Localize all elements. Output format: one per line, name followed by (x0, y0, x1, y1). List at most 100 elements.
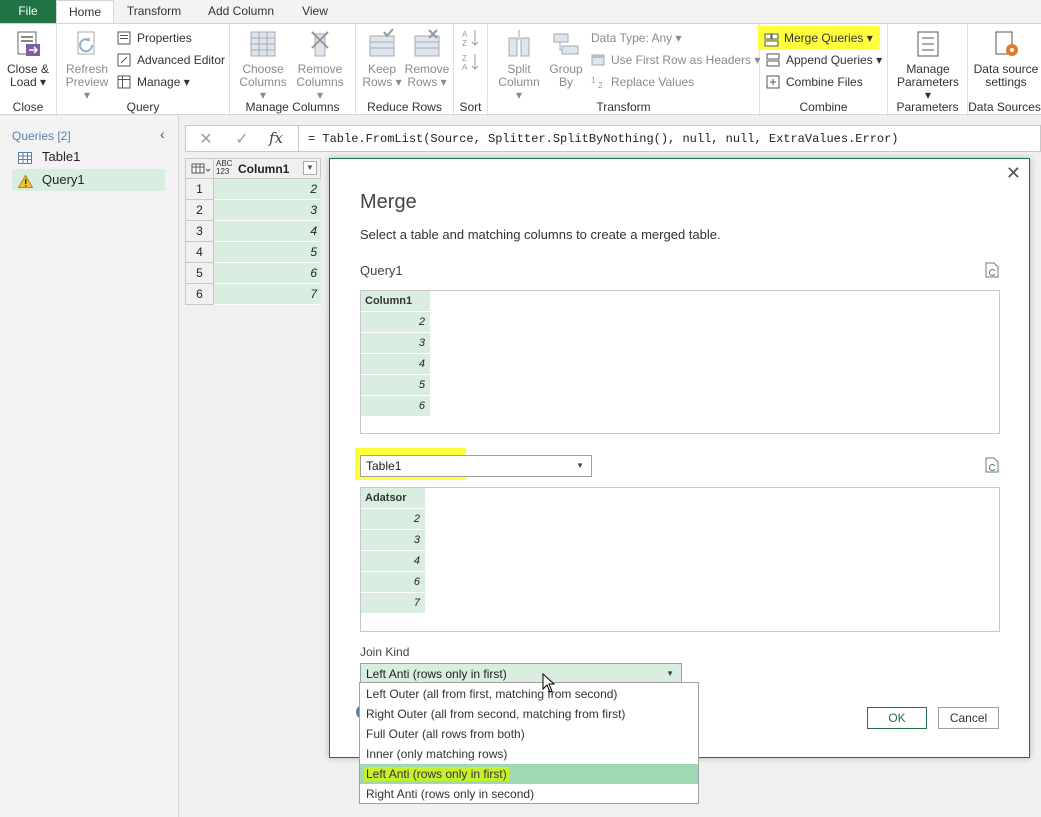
tab-add-column[interactable]: Add Column (196, 0, 286, 23)
data-type-dropdown[interactable]: Data Type: Any ▾ (591, 28, 682, 48)
table-row[interactable]: 23 (185, 200, 321, 221)
append-queries-icon (766, 53, 781, 67)
preview-cell: 7 (361, 593, 425, 614)
confirm-formula-icon[interactable]: ✓ (232, 129, 252, 149)
remove-columns-icon (304, 28, 336, 60)
join-option-right-outer[interactable]: Right Outer (all from second, matching f… (360, 704, 698, 724)
manage-parameters-button[interactable]: Manage Parameters ▾ (894, 28, 962, 102)
split-column-button[interactable]: Split Column ▾ (496, 28, 542, 102)
column-filter-icon[interactable]: ▼ (303, 161, 317, 175)
preview-cell: 3 (361, 333, 430, 354)
queries-title: Queries [2] (12, 129, 71, 143)
ribbon-tab-bar: File Home Transform Add Column View (0, 0, 1041, 24)
combine-files-button[interactable]: Combine Files (766, 72, 863, 92)
preview-cell: 4 (361, 354, 430, 375)
ok-button[interactable]: OK (867, 707, 927, 729)
close-load-icon (12, 28, 44, 60)
remove-columns-button[interactable]: Remove Columns ▾ (292, 28, 348, 102)
cancel-button[interactable]: Cancel (938, 707, 999, 729)
transform-group-label: Transform (596, 100, 651, 114)
preview-cell: 2 (361, 312, 430, 333)
cell-value[interactable]: 2 (214, 179, 321, 200)
keep-rows-button[interactable]: Keep Rows ▾ (360, 28, 404, 89)
tab-transform[interactable]: Transform (116, 0, 192, 23)
row-number: 1 (185, 179, 214, 200)
table-row[interactable]: 45 (185, 242, 321, 263)
parameters-group: Manage Parameters ▾ Parameters (888, 24, 968, 116)
sort-ascending-icon: AZ (462, 30, 480, 51)
tab-file[interactable]: File (0, 0, 56, 23)
grid-header: ABC 123 Column1 ▼ (185, 158, 321, 179)
close-icon[interactable]: ✕ (1006, 163, 1021, 184)
table-icon (18, 150, 33, 164)
fx-icon[interactable]: fx (266, 129, 286, 147)
cancel-formula-icon[interactable]: ✕ (196, 129, 216, 149)
group-by-button[interactable]: Group By (544, 28, 588, 89)
close-load-button[interactable]: Close & Load ▾ (4, 28, 52, 89)
group-by-icon (550, 28, 582, 60)
sort-descending-button[interactable]: ZA (462, 52, 480, 72)
refresh-preview-button[interactable]: Refresh Preview ▾ (61, 28, 113, 102)
merge-queries-button[interactable]: Merge Queries ▾ (758, 26, 880, 50)
collapse-pane-icon[interactable]: ‹ (160, 126, 165, 142)
refresh-second-preview-icon[interactable] (985, 457, 999, 473)
keep-rows-label-2: Rows (362, 75, 393, 89)
cell-value[interactable]: 4 (214, 221, 321, 242)
mouse-cursor-icon (542, 672, 556, 693)
cell-value[interactable]: 6 (214, 263, 321, 284)
second-table-dropdown[interactable]: Table1 ▼ (360, 455, 592, 477)
second-preview-column: Adatsor 2 3 4 6 7 (361, 488, 425, 614)
first-preview-column-header[interactable]: Column1 (361, 291, 430, 312)
sort-ascending-button[interactable]: AZ (462, 28, 480, 48)
table-row[interactable]: 12 (185, 179, 321, 200)
append-queries-button[interactable]: Append Queries ▾ (766, 50, 882, 70)
manage-button[interactable]: Manage ▾ (117, 72, 190, 92)
keep-rows-icon (366, 28, 398, 60)
use-first-row-button[interactable]: Use First Row as Headers ▾ (591, 50, 760, 70)
properties-button[interactable]: Properties (117, 28, 192, 48)
advanced-editor-button[interactable]: Advanced Editor (117, 50, 225, 70)
table-row[interactable]: 67 (185, 284, 321, 305)
first-table-label: Query1 (360, 263, 403, 278)
tab-home[interactable]: Home (56, 0, 114, 24)
remove-rows-button[interactable]: Remove Rows ▾ (404, 28, 450, 89)
cell-value[interactable]: 5 (214, 242, 321, 263)
first-row-icon (591, 53, 606, 67)
tab-view[interactable]: View (290, 0, 340, 23)
join-option-inner[interactable]: Inner (only matching rows) (360, 744, 698, 764)
second-table-value: Table1 (366, 459, 402, 473)
query-item-table1[interactable]: Table1 (12, 146, 165, 168)
column-type-any-icon[interactable]: ABC 123 (216, 160, 232, 176)
svg-text:Z: Z (462, 54, 467, 63)
combine-files-label: Combine Files (786, 75, 863, 89)
data-sources-group-label: Data Sources (968, 100, 1041, 114)
data-source-settings-button[interactable]: Data source settings (970, 28, 1041, 89)
close-group: Close & Load ▾ Close (0, 24, 57, 116)
combine-files-icon (766, 75, 781, 89)
refresh-label-1: Refresh (65, 62, 109, 76)
second-preview-column-header[interactable]: Adatsor (361, 488, 425, 509)
refresh-first-preview-icon[interactable] (985, 262, 999, 278)
join-option-right-anti[interactable]: Right Anti (rows only in second) (360, 784, 698, 804)
table-row[interactable]: 34 (185, 221, 321, 242)
grid-corner-menu[interactable] (186, 159, 214, 178)
column-header-column1[interactable]: Column1 (238, 162, 289, 176)
advanced-editor-icon (117, 53, 132, 67)
preview-cell: 4 (361, 551, 425, 572)
svg-text:A: A (462, 30, 468, 39)
cell-value[interactable]: 7 (214, 284, 321, 305)
merge-queries-icon (764, 31, 779, 47)
replace-values-label: Replace Values (611, 75, 695, 89)
table-row[interactable]: 56 (185, 263, 321, 284)
join-option-full-outer[interactable]: Full Outer (all rows from both) (360, 724, 698, 744)
join-option-left-anti[interactable]: Left Anti (rows only in first) (360, 764, 698, 784)
choose-columns-button[interactable]: Choose Columns ▾ (236, 28, 290, 102)
replace-values-button[interactable]: 12 Replace Values (591, 72, 694, 92)
cell-value[interactable]: 3 (214, 200, 321, 221)
column-type-bottom: 123 (216, 167, 230, 176)
join-kind-value: Left Anti (rows only in first) (366, 667, 507, 681)
query-item-query1[interactable]: Query1 (12, 169, 165, 191)
formula-text[interactable]: = Table.FromList(Source, Splitter.SplitB… (308, 132, 899, 146)
join-option-left-outer[interactable]: Left Outer (all from first, matching fro… (360, 684, 698, 704)
split-column-icon (503, 28, 535, 60)
